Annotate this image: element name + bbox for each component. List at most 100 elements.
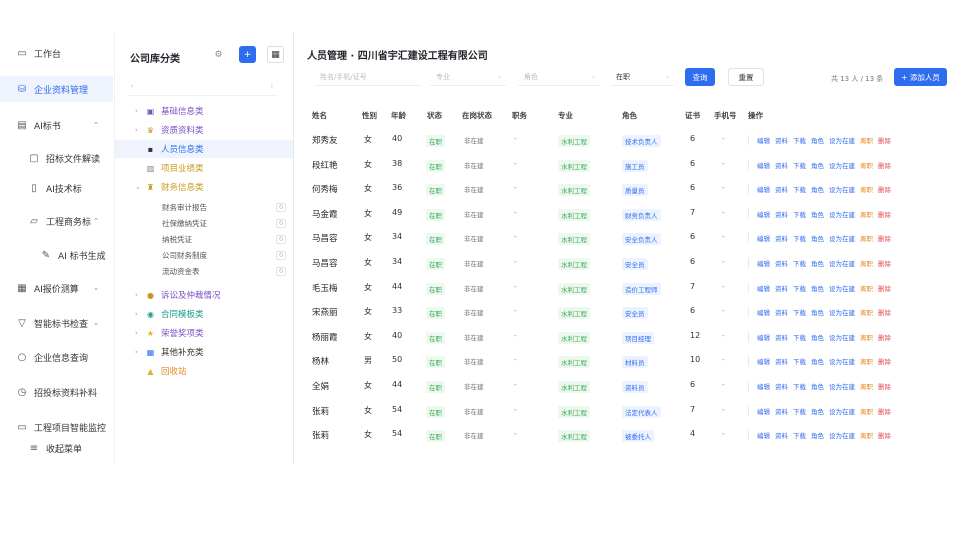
add-category-button[interactable]: +: [239, 46, 256, 63]
role-button[interactable]: 角色: [811, 160, 824, 170]
documents-button[interactable]: 资料: [775, 406, 788, 416]
documents-button[interactable]: 资料: [775, 381, 788, 391]
nav-item-smart-check[interactable]: ▽ 智能标书检查 ⌄: [0, 310, 113, 336]
download-button[interactable]: 下载: [793, 258, 806, 268]
settings-icon[interactable]: ⚙: [210, 46, 227, 63]
tree-node-recycle[interactable]: ▲ 回收站: [115, 362, 293, 380]
role-button[interactable]: 角色: [811, 209, 824, 219]
set-active-button[interactable]: 设为在建: [829, 233, 855, 243]
nav-item-collapse-menu[interactable]: ≡ 收起菜单: [0, 435, 113, 461]
download-button[interactable]: 下载: [793, 135, 806, 145]
person-name[interactable]: 宋燕丽: [312, 306, 338, 318]
role-button[interactable]: 角色: [811, 381, 824, 391]
set-active-button[interactable]: 设为在建: [829, 307, 855, 317]
person-name[interactable]: 杨林: [312, 355, 329, 367]
role-button[interactable]: 角色: [811, 258, 824, 268]
role-button[interactable]: 角色: [811, 184, 824, 194]
tree-node-basic-info[interactable]: › ▣ 基础信息类: [115, 102, 293, 120]
edit-button[interactable]: 编辑: [757, 233, 770, 243]
table-row[interactable]: 马金霞 女 49 在职 非在建 - 水利工程 财务负责人 7 - 编辑 资料 下载 角色 设为在建 离职 删除: [304, 201, 964, 225]
role-button[interactable]: 角色: [811, 430, 824, 440]
resign-button[interactable]: 离职: [860, 430, 873, 440]
set-active-button[interactable]: 设为在建: [829, 381, 855, 391]
resign-button[interactable]: 离职: [860, 233, 873, 243]
delete-button[interactable]: 删除: [878, 381, 891, 391]
person-name[interactable]: 马昌容: [312, 257, 338, 269]
nav-item-ai-tech-bid[interactable]: ▯ AI技术标: [0, 175, 113, 201]
role-button[interactable]: 角色: [811, 283, 824, 293]
download-button[interactable]: 下载: [793, 406, 806, 416]
resign-button[interactable]: 离职: [860, 283, 873, 293]
delete-button[interactable]: 删除: [878, 233, 891, 243]
documents-button[interactable]: 资料: [775, 135, 788, 145]
edit-button[interactable]: 编辑: [757, 356, 770, 366]
query-button[interactable]: 查询: [685, 68, 715, 86]
edit-button[interactable]: 编辑: [757, 258, 770, 268]
documents-button[interactable]: 资料: [775, 356, 788, 366]
table-row[interactable]: 马昌容 女 34 在职 非在建 - 水利工程 安全负责人 6 - 编辑 资料 下载 角色 设为在建 离职 删除: [304, 225, 964, 249]
tree-node-honor[interactable]: › ★ 荣誉奖项类: [115, 324, 293, 342]
download-button[interactable]: 下载: [793, 233, 806, 243]
person-name[interactable]: 马昌容: [312, 232, 338, 244]
role-select[interactable]: 角色 ⌄: [518, 68, 600, 86]
delete-button[interactable]: 删除: [878, 332, 891, 342]
reset-button[interactable]: 重置: [728, 68, 764, 86]
person-name[interactable]: 马金霞: [312, 208, 338, 220]
documents-button[interactable]: 资料: [775, 160, 788, 170]
nav-item-tender-interpret[interactable]: ▢ 招标文件解读: [0, 145, 113, 171]
resign-button[interactable]: 离职: [860, 332, 873, 342]
set-active-button[interactable]: 设为在建: [829, 430, 855, 440]
table-row[interactable]: 杨丽霞 女 40 在职 非在建 - 水利工程 项目经理 12 - 编辑 资料 下载 角色 设为在建 离职 删除: [304, 324, 964, 348]
download-button[interactable]: 下载: [793, 184, 806, 194]
nav-item-supplement[interactable]: ◷ 招投标资料补料: [0, 379, 113, 405]
tree-child-item[interactable]: 纳税凭证 0: [162, 232, 286, 246]
edit-button[interactable]: 编辑: [757, 209, 770, 219]
resign-button[interactable]: 离职: [860, 135, 873, 145]
table-row[interactable]: 何秀梅 女 36 在职 非在建 - 水利工程 质量员 6 - 编辑 资料 下载 角色 设为在建 离职 删除: [304, 176, 964, 200]
set-active-button[interactable]: 设为在建: [829, 209, 855, 219]
download-button[interactable]: 下载: [793, 160, 806, 170]
tree-node-litigation[interactable]: › ● 诉讼及仲裁情况: [115, 286, 293, 304]
edit-button[interactable]: 编辑: [757, 430, 770, 440]
table-row[interactable]: 郑秀友 女 40 在职 非在建 - 水利工程 技术负责人 6 - 编辑 资料 下载 角色 设为在建 离职 删除: [304, 127, 964, 151]
edit-button[interactable]: 编辑: [757, 381, 770, 391]
download-button[interactable]: 下载: [793, 381, 806, 391]
edit-button[interactable]: 编辑: [757, 332, 770, 342]
delete-button[interactable]: 删除: [878, 283, 891, 293]
table-row[interactable]: 全娟 女 44 在职 非在建 - 水利工程 资料员 6 - 编辑 资料 下载 角色 设为在建 离职 删除: [304, 373, 964, 397]
edit-button[interactable]: 编辑: [757, 406, 770, 416]
delete-button[interactable]: 删除: [878, 209, 891, 219]
documents-button[interactable]: 资料: [775, 430, 788, 440]
documents-button[interactable]: 资料: [775, 209, 788, 219]
set-active-button[interactable]: 设为在建: [829, 283, 855, 293]
tree-node-personnel[interactable]: ▪ 人员信息类: [115, 140, 293, 158]
resign-button[interactable]: 离职: [860, 258, 873, 268]
table-row[interactable]: 宋燕丽 女 33 在职 非在建 - 水利工程 安全员 6 - 编辑 资料 下载 角色 设为在建 离职 删除: [304, 299, 964, 323]
tree-node-contract[interactable]: › ◉ 合同模板类: [115, 305, 293, 323]
download-button[interactable]: 下载: [793, 283, 806, 293]
nav-item-commercial-bid[interactable]: ▱ 工程商务标 ⌃: [0, 208, 113, 234]
set-active-button[interactable]: 设为在建: [829, 406, 855, 416]
download-button[interactable]: 下载: [793, 430, 806, 440]
add-person-button[interactable]: + 添加人员: [894, 68, 947, 86]
delete-button[interactable]: 删除: [878, 160, 891, 170]
edit-button[interactable]: 编辑: [757, 135, 770, 145]
edit-button[interactable]: 编辑: [757, 160, 770, 170]
tree-node-finance[interactable]: ⌄ ♜ 财务信息类: [115, 178, 293, 196]
download-button[interactable]: 下载: [793, 307, 806, 317]
resign-button[interactable]: 离职: [860, 406, 873, 416]
chevron-up-icon[interactable]: ⌃: [93, 217, 99, 225]
documents-button[interactable]: 资料: [775, 332, 788, 342]
delete-button[interactable]: 删除: [878, 406, 891, 416]
person-name[interactable]: 杨丽霞: [312, 331, 338, 343]
nav-item-ai-quote[interactable]: ▦ AI报价测算 ⌄: [0, 275, 113, 301]
table-row[interactable]: 杨林 男 50 在职 非在建 - 水利工程 材料员 10 - 编辑 资料 下载 角色 设为在建 离职 删除: [304, 348, 964, 372]
nav-item-company-query[interactable]: ○ 企业信息查询: [0, 344, 113, 370]
set-active-button[interactable]: 设为在建: [829, 332, 855, 342]
tree-child-item[interactable]: 社保缴纳凭证 0: [162, 216, 286, 230]
status-select[interactable]: 在职 ⌄: [610, 68, 674, 86]
edit-button[interactable]: 编辑: [757, 184, 770, 194]
set-active-button[interactable]: 设为在建: [829, 258, 855, 268]
person-name[interactable]: 段红艳: [312, 159, 338, 171]
documents-button[interactable]: 资料: [775, 258, 788, 268]
